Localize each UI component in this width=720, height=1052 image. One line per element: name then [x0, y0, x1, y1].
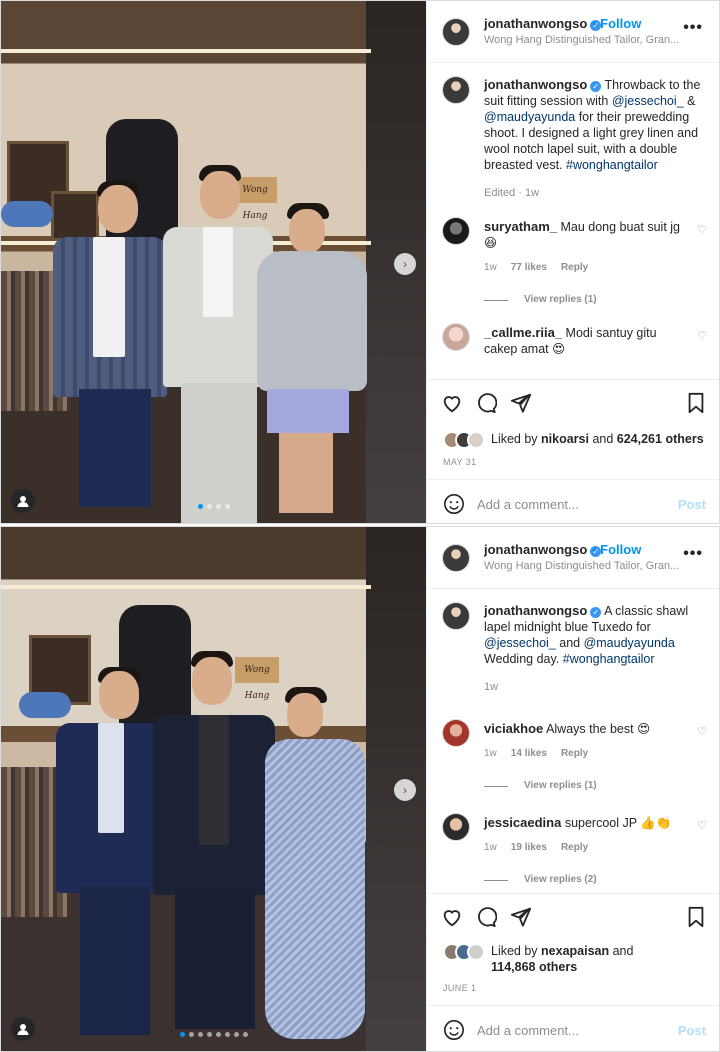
mention-link[interactable]: @maudyayunda [584, 636, 675, 650]
picture-frame [51, 191, 99, 241]
instagram-post-1: Wong Hang › jonathanwongso ✓ • Follow Wo… [0, 0, 720, 524]
post-date: JUNE 1 [443, 983, 477, 993]
flower-vase [19, 692, 71, 718]
like-comment-icon[interactable]: ♡ [697, 328, 707, 344]
more-options-icon[interactable]: ••• [683, 19, 703, 37]
comment-input[interactable]: Add a comment... [477, 497, 579, 512]
flower-vase [1, 201, 53, 227]
add-comment-bar: Add a comment... Post [427, 1005, 719, 1051]
like-heart-icon[interactable] [441, 392, 463, 414]
post-photo-2[interactable]: Wong Hang › [1, 527, 426, 1051]
comments-scroll[interactable]: jonathanwongso ✓ Throwback to the suit fi… [427, 63, 719, 379]
bookmark-icon[interactable] [685, 392, 707, 414]
more-options-icon[interactable]: ••• [683, 545, 703, 563]
avatar[interactable] [442, 76, 470, 104]
share-icon[interactable] [510, 906, 532, 928]
instagram-post-2: Wong Hang › jonathanwongso ✓ • Follow Wo… [0, 526, 720, 1052]
post-photo-1[interactable]: Wong Hang › [1, 1, 426, 523]
user-icon [17, 496, 29, 507]
hashtag-link[interactable]: #wonghangtailor [566, 158, 658, 172]
mention-link[interactable]: @jessechoi_ [612, 94, 684, 108]
post-date: MAY 31 [443, 457, 477, 467]
comment-item: _callme.riia_ Modi santuy gitu cakep ama… [427, 323, 719, 357]
caption-meta: Edited · 1w [484, 187, 540, 199]
username[interactable]: jonathanwongso ✓ [484, 542, 602, 557]
comment-meta: 1w 14 likes Reply [484, 748, 589, 759]
comment-meta: 1w 77 likes Reply [484, 262, 589, 273]
next-slide-button[interactable]: › [394, 253, 416, 275]
shop-sign: Wong Hang [235, 657, 279, 701]
caption-username[interactable]: jonathanwongso ✓ [484, 77, 602, 92]
post-comment-button[interactable]: Post [678, 497, 706, 512]
caption: jonathanwongso ✓ Throwback to the suit fi… [427, 63, 719, 201]
reply-button[interactable]: Reply [561, 748, 588, 759]
carousel-dots [179, 1032, 248, 1037]
avatar[interactable] [442, 217, 470, 245]
next-slide-button[interactable]: › [394, 779, 416, 801]
caption-username[interactable]: jonathanwongso ✓ [484, 603, 602, 618]
caption-meta: 1w [484, 681, 499, 693]
comment-item: suryatham_ Mau dong buat suit jg 😆 ♡ 1w 7… [427, 217, 719, 276]
shelf-light [1, 585, 371, 589]
emoji-icon[interactable] [443, 1019, 465, 1041]
avatar[interactable] [442, 813, 470, 841]
bookmark-icon[interactable] [685, 906, 707, 928]
carousel-dots [197, 504, 230, 509]
share-icon[interactable] [510, 392, 532, 414]
post-header: jonathanwongso ✓ • Follow Wong Hang Disti… [427, 527, 719, 589]
comment-icon[interactable] [475, 392, 497, 414]
comment-username[interactable]: suryatham_ [484, 219, 557, 234]
avatar[interactable] [442, 602, 470, 630]
comment-meta: 1w 19 likes Reply [484, 842, 589, 853]
likes-text[interactable]: Liked by nexapaisan and 114,868 others [491, 943, 633, 975]
comment-item: jessicaedina supercool JP 👍👏 ♡ 1w 19 like… [427, 813, 719, 856]
mention-link[interactable]: @maudyayunda [484, 110, 575, 124]
post-header: jonathanwongso ✓ • Follow Wong Hang Disti… [427, 1, 719, 63]
tagged-users-button[interactable] [11, 1017, 35, 1041]
post-panel-2: jonathanwongso ✓ • Follow Wong Hang Disti… [426, 527, 719, 1051]
likes-text[interactable]: Liked by nikoarsi and 624,261 others [491, 431, 704, 447]
comment-icon[interactable] [475, 906, 497, 928]
avatar[interactable] [442, 719, 470, 747]
comments-scroll[interactable]: jonathanwongso ✓ A classic shawl lapel mi… [427, 589, 719, 893]
reply-button[interactable]: Reply [561, 842, 588, 853]
like-heart-icon[interactable] [441, 906, 463, 928]
follow-button[interactable]: • Follow [592, 16, 641, 31]
view-replies-button[interactable]: View replies (1) [427, 780, 719, 791]
verified-badge-icon: ✓ [590, 81, 602, 92]
action-bar [427, 893, 719, 941]
hashtag-link[interactable]: #wonghangtailor [563, 652, 655, 666]
mention-link[interactable]: @jessechoi_ [484, 636, 556, 650]
tagged-users-button[interactable] [11, 489, 35, 513]
post-panel-1: jonathanwongso ✓ • Follow Wong Hang Disti… [426, 1, 719, 523]
action-bar [427, 379, 719, 427]
like-comment-icon[interactable]: ♡ [697, 222, 707, 238]
add-comment-bar: Add a comment... Post [427, 479, 719, 523]
verified-badge-icon: ✓ [590, 607, 602, 618]
post-comment-button[interactable]: Post [678, 1023, 706, 1038]
view-replies-button[interactable]: View replies (2) [427, 874, 719, 885]
view-replies-button[interactable]: View replies (1) [427, 294, 719, 305]
follow-button[interactable]: • Follow [592, 542, 641, 557]
user-icon [17, 1024, 29, 1035]
comment-username[interactable]: viciakhoe [484, 721, 543, 736]
avatar[interactable] [442, 544, 470, 572]
caption: jonathanwongso ✓ A classic shawl lapel mi… [427, 589, 719, 695]
like-comment-icon[interactable]: ♡ [697, 818, 707, 834]
comment-item: viciakhoe Always the best 😍 ♡ 1w 14 likes… [427, 719, 719, 762]
location-link[interactable]: Wong Hang Distinguished Tailor, Gran... [484, 560, 679, 572]
liked-by-avatars[interactable] [443, 943, 489, 961]
comment-username[interactable]: jessicaedina [484, 815, 561, 830]
comment-input[interactable]: Add a comment... [477, 1023, 579, 1038]
liked-by-avatars[interactable] [443, 431, 489, 449]
reply-button[interactable]: Reply [561, 262, 588, 273]
shelf-light [1, 49, 371, 53]
like-comment-icon[interactable]: ♡ [697, 724, 707, 740]
comment-username[interactable]: _callme.riia_ [484, 325, 562, 340]
emoji-icon[interactable] [443, 493, 465, 515]
location-link[interactable]: Wong Hang Distinguished Tailor, Gran... [484, 34, 679, 46]
avatar[interactable] [442, 323, 470, 351]
avatar[interactable] [442, 18, 470, 46]
username[interactable]: jonathanwongso ✓ [484, 16, 602, 31]
